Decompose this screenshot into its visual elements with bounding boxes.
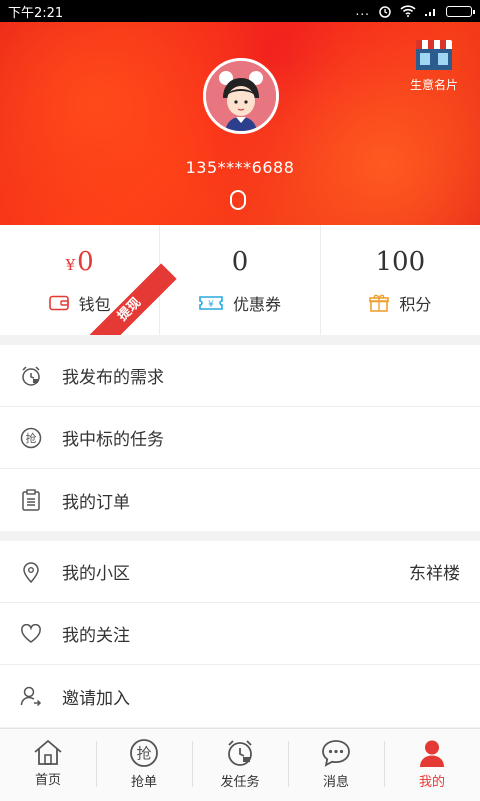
menu-item-label: 我的小区	[62, 564, 130, 584]
svg-text:¥: ¥	[208, 300, 214, 310]
wallet-label: 钱包	[78, 295, 111, 314]
shop-icon	[416, 40, 452, 70]
alarm-clock-icon	[225, 738, 255, 768]
menu-item-invite[interactable]: 邀请加入	[0, 665, 480, 727]
business-card-label: 生意名片	[409, 78, 458, 92]
menu-item-label: 我中标的任务	[62, 430, 164, 450]
heart-icon	[0, 623, 62, 644]
wifi-icon	[400, 5, 416, 17]
wallet-stat[interactable]: ¥0 钱包 提现	[0, 225, 177, 335]
grab-order-icon: 抢	[0, 427, 62, 449]
profile-header: 生意名片 135****6688	[0, 22, 480, 225]
signal-dots-icon: ...	[355, 4, 370, 18]
wallet-value: ¥0	[65, 247, 94, 277]
location-pin-icon	[0, 561, 62, 583]
menu-item-my-follows[interactable]: 我的关注	[0, 603, 480, 665]
business-card-button[interactable]: 生意名片	[406, 40, 462, 93]
avatar[interactable]	[203, 58, 279, 134]
tab-mine[interactable]: 我的	[384, 729, 480, 801]
coupon-value: 0	[231, 247, 249, 277]
menu-group-tasks: 我发布的需求 抢 我中标的任务 我的订单	[0, 345, 480, 531]
level-ring-icon	[230, 190, 246, 210]
tab-messages[interactable]: 消息	[288, 729, 384, 801]
clipboard-icon	[0, 489, 62, 511]
battery-icon	[446, 5, 475, 17]
home-icon	[32, 738, 64, 766]
tab-post-task[interactable]: 发任务	[192, 729, 288, 801]
tab-label: 抢单	[130, 775, 157, 790]
cell-signal-icon	[424, 5, 438, 17]
points-value: 100	[375, 247, 426, 277]
tab-label: 发任务	[220, 775, 260, 790]
menu-item-label: 邀请加入	[62, 688, 130, 709]
menu-item-my-requests[interactable]: 我发布的需求	[0, 345, 480, 407]
svg-text:抢: 抢	[26, 431, 37, 445]
coupon-stat[interactable]: 0 ¥ 优惠券	[160, 225, 321, 335]
stats-panel: ¥0 钱包 提现 0 ¥ 优惠券 100 积分	[0, 225, 480, 335]
menu-item-label: 我发布的需求	[62, 368, 164, 388]
bottom-tab-bar: 首页 抢 抢单 发任务 消息 我的	[0, 728, 480, 801]
menu-item-my-orders[interactable]: 我的订单	[0, 469, 480, 531]
status-time: 下午2:21	[8, 5, 64, 21]
message-icon	[320, 738, 352, 768]
menu-group-personal: 我的小区 东祥楼 我的关注 邀请加入	[0, 541, 480, 727]
community-name: 东祥楼	[409, 564, 460, 584]
tab-grab-orders[interactable]: 抢 抢单	[96, 729, 192, 801]
invite-user-icon	[0, 685, 62, 707]
user-phone: 135****6688	[185, 158, 295, 177]
points-label: 积分	[399, 295, 432, 314]
tab-label: 首页	[34, 773, 61, 788]
points-stat[interactable]: 100 积分	[321, 225, 480, 335]
user-icon	[417, 738, 447, 768]
coupon-icon: ¥	[199, 295, 223, 311]
coupon-label: 优惠券	[232, 295, 281, 314]
grab-order-icon: 抢	[129, 738, 159, 768]
svg-text:抢: 抢	[136, 745, 151, 763]
gift-icon	[369, 294, 390, 312]
alarm-status-icon	[378, 4, 392, 18]
alarm-clock-icon	[0, 365, 62, 387]
menu-item-my-community[interactable]: 我的小区 东祥楼	[0, 541, 480, 603]
menu-item-label: 我的关注	[62, 626, 130, 646]
wallet-icon	[48, 295, 69, 311]
tab-home[interactable]: 首页	[0, 729, 96, 801]
menu-item-won-tasks[interactable]: 抢 我中标的任务	[0, 407, 480, 469]
status-bar: 下午2:21 ...	[0, 0, 480, 22]
tab-label: 消息	[322, 775, 349, 790]
menu-item-label: 我的订单	[62, 492, 130, 513]
tab-label: 我的	[418, 775, 445, 790]
